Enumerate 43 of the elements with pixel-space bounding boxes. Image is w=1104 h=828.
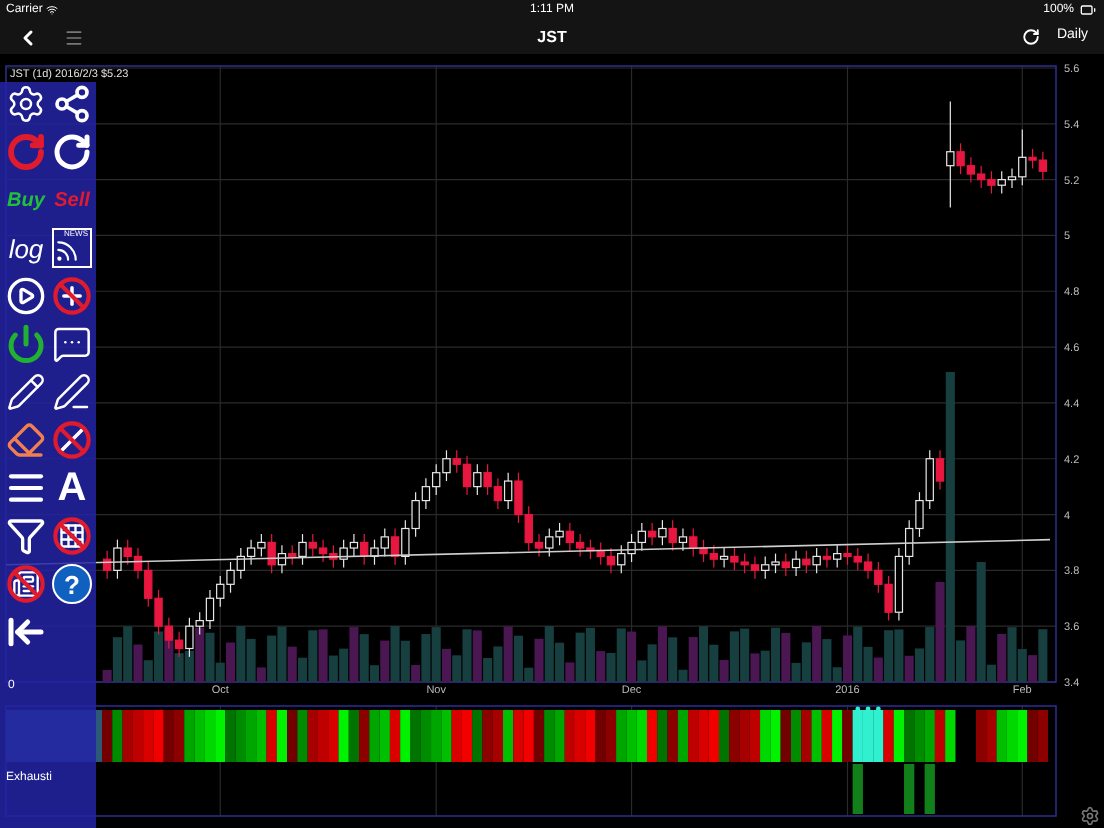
pen-icon[interactable] xyxy=(52,372,92,412)
lines-off-icon[interactable] xyxy=(52,420,92,460)
rss-icon xyxy=(54,238,80,264)
candlestick xyxy=(390,527,400,566)
chat-icon[interactable] xyxy=(52,324,92,364)
battery-icon xyxy=(1078,2,1098,18)
candlestick xyxy=(503,472,513,510)
menu-icon[interactable] xyxy=(64,27,84,47)
eraser-icon[interactable] xyxy=(6,420,46,460)
candlestick xyxy=(298,533,307,566)
candlestick xyxy=(833,544,842,569)
nav-title: JST xyxy=(537,25,567,49)
candlestick xyxy=(822,547,832,569)
candlestick xyxy=(288,544,297,566)
candlestick xyxy=(113,539,122,580)
candlestick xyxy=(647,522,657,546)
candlestick xyxy=(812,547,821,574)
filter-icon[interactable] xyxy=(6,516,46,556)
candlestick xyxy=(791,550,801,577)
candlestick xyxy=(668,519,677,552)
candlestick xyxy=(658,519,667,546)
candlestick xyxy=(802,550,811,574)
play-icon[interactable] xyxy=(6,276,46,316)
candlestick xyxy=(473,463,482,496)
power-icon[interactable] xyxy=(6,324,46,364)
share-icon[interactable] xyxy=(52,84,92,124)
news-off-icon[interactable] xyxy=(6,564,46,604)
font-button[interactable]: A xyxy=(57,468,87,508)
help-button[interactable]: ? xyxy=(52,564,92,604)
candlestick xyxy=(678,527,688,552)
candlestick xyxy=(267,533,276,574)
pencil-icon[interactable] xyxy=(6,372,46,412)
candlestick xyxy=(781,553,790,577)
exit-icon[interactable] xyxy=(6,612,46,652)
wifi-icon xyxy=(46,4,59,16)
buy-button[interactable]: Buy xyxy=(7,185,45,215)
crosshair-off-icon[interactable] xyxy=(52,276,92,316)
grid-off-icon[interactable] xyxy=(52,516,92,556)
lines-icon[interactable] xyxy=(6,468,46,508)
candlestick xyxy=(719,547,729,569)
candlestick xyxy=(935,449,945,491)
candlestick xyxy=(946,100,955,209)
log-button[interactable]: log xyxy=(8,235,44,261)
